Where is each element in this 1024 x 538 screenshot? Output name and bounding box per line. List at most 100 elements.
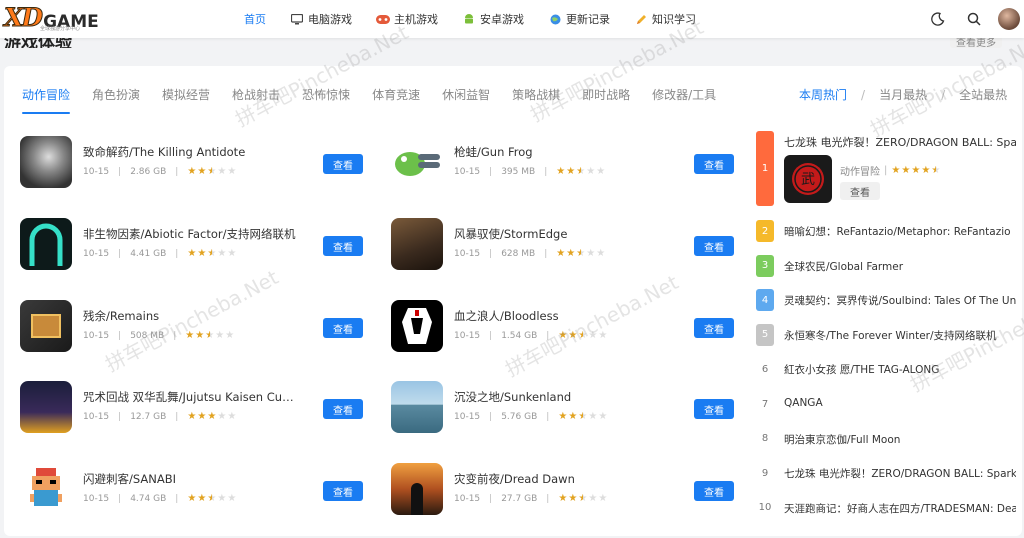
rank-view-button[interactable]: 查看 [840,182,880,200]
game-title[interactable]: 咒术回战 双华乱舞/Jujutsu Kaisen Cursed Clash [83,389,298,405]
star-icon: ★ [227,248,237,259]
rank-item[interactable]: 10 天涯跑商记：好商人志在四方/TRADESMAN: Deal to Deale… [756,497,1016,519]
view-button[interactable]: 查看 [323,154,363,174]
game-list-item[interactable]: 残余/Remains 10-15 | 508 MB | ★ ★ ★ ★ ★ 查看 [20,298,380,354]
rank-item[interactable]: 8 明治東京恋伽/Full Moon [756,428,1016,450]
avatar[interactable] [998,8,1020,30]
game-size: 1.54 GB [501,331,538,341]
view-button[interactable]: 查看 [694,399,734,419]
game-thumbnail[interactable] [20,463,72,515]
view-button[interactable]: 查看 [323,236,363,256]
view-button[interactable]: 查看 [694,318,734,338]
game-list-item[interactable]: 血之浪人/Bloodless 10-15 | 1.54 GB | ★ ★ ★ ★ ★ 查看 [391,298,751,354]
game-date: 10-15 [83,494,110,504]
game-list-item[interactable]: 致命解药/The Killing Antidote 10-15 | 2.86 GB | ★… [20,134,380,190]
game-meta: 10-15 | 395 MB | ★ ★ ★ ★ ★ [454,167,606,178]
game-thumbnail[interactable] [20,218,72,270]
rank-title[interactable]: 暗喻幻想：ReFantazio/Metaphor: ReFantazio [784,224,1016,239]
nav-update-log[interactable]: 更新记录 [548,11,610,27]
dark-mode-icon[interactable] [928,9,948,29]
view-button[interactable]: 查看 [323,481,363,501]
nav-android-games[interactable]: 安卓游戏 [462,11,524,27]
tab-simulation[interactable]: 模拟经营 [162,86,210,114]
tab-horror[interactable]: 恐怖惊悚 [302,86,350,114]
game-title[interactable]: 致命解药/The Killing Antidote [83,144,298,160]
rank-item[interactable]: 3 全球农民/Global Farmer [756,254,1016,277]
header-actions [912,0,1024,38]
game-meta: 10-15 | 628 MB | ★ ★ ★ ★ ★ [454,249,606,260]
rank-title[interactable]: 明治東京恋伽/Full Moon [784,432,1016,447]
game-list-item[interactable]: 闪避刺客/SANABI 10-15 | 4.74 GB | ★ ★ ★ ★ ★ 查看 [20,461,380,517]
game-title[interactable]: 闪避刺客/SANABI [83,471,298,487]
game-thumbnail[interactable] [391,381,443,433]
game-list-item[interactable]: 非生物因素/Abiotic Factor/支持网络联机 10-15 | 4.41 GB… [20,216,380,272]
rank-item[interactable]: 5 永恒寒冬/The Forever Winter/支持网络联机 [756,323,1016,346]
game-title[interactable]: 灾变前夜/Dread Dawn [454,471,669,487]
search-icon[interactable] [964,9,984,29]
game-list-item[interactable]: 咒术回战 双华乱舞/Jujutsu Kaisen Cursed Clash 10-… [20,379,380,435]
rank-item[interactable]: 2 暗喻幻想：ReFantazio/Metaphor: ReFantazio [756,220,1016,242]
nav-label: 电脑游戏 [308,13,352,26]
game-list-item[interactable]: 枪蛙/Gun Frog 10-15 | 395 MB | ★ ★ ★ ★ ★ 查看 [391,134,751,190]
nav-knowledge[interactable]: 知识学习 [634,11,696,27]
tab-all-time-hot[interactable]: 全站最热 [959,86,1007,103]
game-list-item[interactable]: 沉没之地/Sunkenland 10-15 | 5.76 GB | ★ ★ ★ ★ ★ 查看 [391,379,751,435]
view-button[interactable]: 查看 [323,318,363,338]
game-title[interactable]: 血之浪人/Bloodless [454,308,669,324]
tab-weekly-hot[interactable]: 本周热门 [799,86,847,103]
view-button[interactable]: 查看 [694,154,734,174]
rank-title[interactable]: 全球农民/Global Farmer [784,259,1016,274]
rank-item[interactable]: 9 七龙珠 电光炸裂！ZERO/DRAGON BALL: Sparking! ZE… [756,462,1016,484]
rank-title[interactable]: 紅衣小女孩 愿/THE TAG-ALONG [784,362,1016,377]
game-thumbnail[interactable] [391,463,443,515]
nav-home[interactable]: 首页 [244,11,266,27]
game-title[interactable]: 沉没之地/Sunkenland [454,389,669,405]
game-list-item[interactable]: 灾变前夜/Dread Dawn 10-15 | 27.7 GB | ★ ★ ★ ★ ★ 查看 [391,461,751,517]
meta-separator: | [546,331,550,341]
tab-action-adventure[interactable]: 动作冒险 [22,86,71,114]
game-thumbnail[interactable] [391,136,443,188]
rank-title[interactable]: 天涯跑商记：好商人志在四方/TRADESMAN: Deal to Dealer [784,501,1016,516]
rank-title[interactable]: 七龙珠 电光炸裂！ZERO/DRAGON BALL: Sparking! ZER… [784,466,1016,481]
tab-shooter[interactable]: 枪战射击 [232,86,280,114]
rank-title[interactable]: 七龙珠 电光炸裂！ZERO/DRAGON BALL: Sparking! ZER… [784,134,1016,150]
game-thumbnail[interactable] [20,300,72,352]
game-title[interactable]: 风暴驭使/StormEdge [454,226,669,242]
star-icon: ★ [185,330,195,341]
tab-trainers-tools[interactable]: 修改器/工具 [652,86,716,114]
game-thumbnail[interactable] [20,136,72,188]
game-thumbnail[interactable] [391,218,443,270]
nav-pc-games[interactable]: 电脑游戏 [290,11,352,27]
game-date: 10-15 [454,167,481,177]
rank-item[interactable]: 7 QANGA [756,393,1016,415]
tab-rpg[interactable]: 角色扮演 [92,86,140,114]
site-header: XD GAME 全球独游分享中心 首页 电脑游戏 主机游戏 安卓游戏 更新记录 … [0,0,1024,38]
rank-title[interactable]: 永恒寒冬/The Forever Winter/支持网络联机 [784,328,1016,343]
game-thumbnail[interactable] [20,381,72,433]
tab-monthly-hot[interactable]: 当月最热 [879,86,927,103]
star-icon: ★ [921,164,931,176]
meta-separator: | [175,167,179,177]
view-button[interactable]: 查看 [323,399,363,419]
star-icon: ★ [891,164,901,176]
game-title[interactable]: 残余/Remains [83,308,298,324]
game-thumbnail[interactable] [391,300,443,352]
view-button[interactable]: 查看 [694,236,734,256]
rank-item[interactable]: 6 紅衣小女孩 愿/THE TAG-ALONG [756,358,1016,380]
tab-rts[interactable]: 即时战略 [582,86,630,114]
rank-title[interactable]: 灵魂契约：冥界传说/Soulbind: Tales Of The Underwo… [784,293,1016,308]
rank-item[interactable]: 4 灵魂契约：冥界传说/Soulbind: Tales Of The Underw… [756,289,1016,312]
game-title[interactable]: 非生物因素/Abiotic Factor/支持网络联机 [83,226,298,242]
meta-separator: | [884,165,888,176]
rank-item-1[interactable]: 1 七龙珠 电光炸裂！ZERO/DRAGON BALL: Sparking! Z… [756,131,1016,206]
tab-strategy[interactable]: 策略战棋 [512,86,560,114]
nav-console-games[interactable]: 主机游戏 [376,11,438,27]
game-list-item[interactable]: 风暴驭使/StormEdge 10-15 | 628 MB | ★ ★ ★ ★ ★ 查看 [391,216,751,272]
rating-stars: ★ ★ ★ ★ ★ [187,167,237,177]
tab-casual-puzzle[interactable]: 休闲益智 [442,86,490,114]
game-title[interactable]: 枪蛙/Gun Frog [454,144,669,160]
rank-thumbnail[interactable]: 武 [784,155,832,203]
view-button[interactable]: 查看 [694,481,734,501]
rank-title[interactable]: QANGA [784,397,1016,409]
tab-sports-racing[interactable]: 体育竞速 [372,86,420,114]
